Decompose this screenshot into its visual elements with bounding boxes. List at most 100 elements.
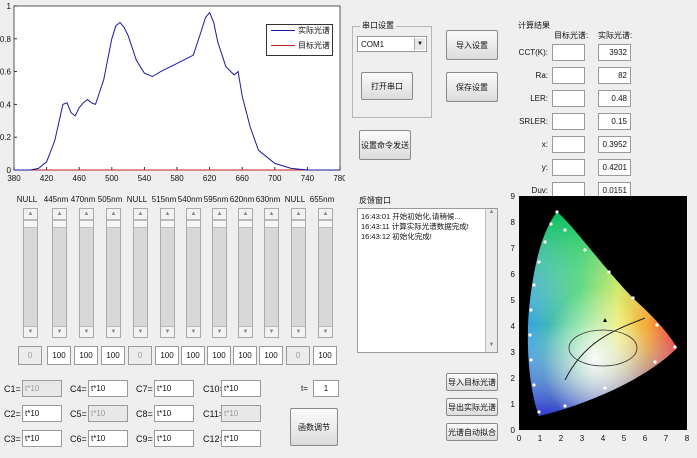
spectral-locus-dot bbox=[543, 240, 547, 244]
export-actual-spectrum-button[interactable]: 导出实际光谱 bbox=[446, 398, 498, 416]
channel-value-field[interactable]: 100 bbox=[47, 346, 71, 365]
result-actual-field: 0.4201 bbox=[598, 159, 631, 176]
result-label: LER: bbox=[530, 94, 548, 103]
spectral-locus-dot bbox=[529, 308, 533, 312]
channel-slider[interactable]: ▲ ▼ bbox=[291, 208, 306, 338]
coefficient-input[interactable]: t*10 bbox=[22, 380, 62, 397]
scroll-down-icon[interactable]: ▼ bbox=[486, 342, 497, 352]
channel-slider[interactable]: ▲ ▼ bbox=[238, 208, 253, 338]
slider-thumb[interactable] bbox=[107, 220, 120, 228]
coefficient-input[interactable]: t*10 bbox=[221, 380, 261, 397]
import-target-spectrum-button[interactable]: 导入目标光谱 bbox=[446, 373, 498, 391]
slider-down-icon[interactable]: ▼ bbox=[134, 326, 147, 337]
slider-down-icon[interactable]: ▼ bbox=[24, 326, 37, 337]
channel-value-field[interactable]: 100 bbox=[181, 346, 205, 365]
results-col-target: 目标光谱: bbox=[554, 31, 589, 40]
slider-up-icon[interactable]: ▲ bbox=[53, 209, 66, 220]
cie-x-tick-label: 3 bbox=[580, 434, 585, 443]
slider-thumb[interactable] bbox=[292, 220, 305, 228]
slider-thumb[interactable] bbox=[161, 220, 174, 228]
channel-slider[interactable]: ▲ ▼ bbox=[106, 208, 121, 338]
coefficient-input[interactable]: t*10 bbox=[221, 430, 261, 447]
channel-slider[interactable]: ▲ ▼ bbox=[79, 208, 94, 338]
channel-value-field[interactable]: 100 bbox=[259, 346, 283, 365]
result-target-field bbox=[552, 44, 585, 61]
slider-up-icon[interactable]: ▲ bbox=[319, 209, 332, 220]
open-port-button[interactable]: 打开串口 bbox=[361, 72, 413, 100]
channel-value-field[interactable]: 100 bbox=[207, 346, 231, 365]
feedback-scrollbar[interactable]: ▲ ▼ bbox=[485, 209, 497, 352]
slider-up-icon[interactable]: ▲ bbox=[213, 209, 226, 220]
auto-fit-spectrum-button[interactable]: 光谱自动拟合 bbox=[446, 423, 498, 441]
slider-down-icon[interactable]: ▼ bbox=[161, 326, 174, 337]
channel-value-field[interactable]: 100 bbox=[101, 346, 125, 365]
channel-value-field[interactable]: 0 bbox=[128, 346, 152, 365]
coefficient-label: C6= bbox=[70, 434, 87, 444]
channel-value-field[interactable]: 100 bbox=[74, 346, 98, 365]
port-select[interactable]: COM1 ▼ bbox=[357, 36, 427, 52]
import-settings-button[interactable]: 导入设置 bbox=[446, 30, 498, 60]
x-tick-label: 620 bbox=[203, 174, 217, 183]
slider-down-icon[interactable]: ▼ bbox=[53, 326, 66, 337]
slider-down-icon[interactable]: ▼ bbox=[213, 326, 226, 337]
slider-thumb[interactable] bbox=[134, 220, 147, 228]
slider-down-icon[interactable]: ▼ bbox=[107, 326, 120, 337]
scroll-up-icon[interactable]: ▲ bbox=[486, 209, 497, 219]
channel-slider[interactable]: ▲ ▼ bbox=[160, 208, 175, 338]
slider-up-icon[interactable]: ▲ bbox=[80, 209, 93, 220]
channel-value-field[interactable]: 100 bbox=[155, 346, 179, 365]
slider-thumb[interactable] bbox=[24, 220, 37, 228]
channel-value-field[interactable]: 0 bbox=[286, 346, 310, 365]
function-adjust-button[interactable]: 函数调节 bbox=[290, 408, 338, 446]
coefficient-input[interactable]: t*10 bbox=[88, 405, 128, 422]
slider-up-icon[interactable]: ▲ bbox=[107, 209, 120, 220]
slider-down-icon[interactable]: ▼ bbox=[239, 326, 252, 337]
slider-up-icon[interactable]: ▲ bbox=[292, 209, 305, 220]
send-command-button[interactable]: 设置命令发送 bbox=[359, 130, 411, 160]
coefficient-input[interactable]: t*10 bbox=[88, 430, 128, 447]
channel-slider[interactable]: ▲ ▼ bbox=[133, 208, 148, 338]
channel-value-field[interactable]: 100 bbox=[233, 346, 257, 365]
channel-value-field[interactable]: 0 bbox=[18, 346, 42, 365]
slider-up-icon[interactable]: ▲ bbox=[265, 209, 278, 220]
save-settings-button[interactable]: 保存设置 bbox=[446, 72, 498, 102]
slider-up-icon[interactable]: ▲ bbox=[187, 209, 200, 220]
slider-thumb[interactable] bbox=[239, 220, 252, 228]
t-input[interactable]: 1 bbox=[313, 380, 339, 397]
slider-up-icon[interactable]: ▲ bbox=[239, 209, 252, 220]
channel-value-field[interactable]: 100 bbox=[313, 346, 337, 365]
spectral-locus-dot bbox=[655, 323, 659, 327]
slider-up-icon[interactable]: ▲ bbox=[161, 209, 174, 220]
coefficient-input[interactable]: t*10 bbox=[221, 405, 261, 422]
coefficient-label: C3= bbox=[4, 434, 21, 444]
x-tick-label: 700 bbox=[268, 174, 282, 183]
slider-thumb[interactable] bbox=[213, 220, 226, 228]
coefficient-input[interactable]: t*10 bbox=[22, 405, 62, 422]
slider-thumb[interactable] bbox=[80, 220, 93, 228]
coefficient-input[interactable]: t*10 bbox=[154, 405, 194, 422]
channel-slider[interactable]: ▲ ▼ bbox=[186, 208, 201, 338]
channel-slider[interactable]: ▲ ▼ bbox=[318, 208, 333, 338]
slider-down-icon[interactable]: ▼ bbox=[187, 326, 200, 337]
slider-down-icon[interactable]: ▼ bbox=[319, 326, 332, 337]
slider-down-icon[interactable]: ▼ bbox=[292, 326, 305, 337]
coefficient-input[interactable]: t*10 bbox=[154, 430, 194, 447]
coefficient-input[interactable]: t*10 bbox=[154, 380, 194, 397]
coefficient-input[interactable]: t*10 bbox=[22, 430, 62, 447]
cie-y-tick-label: 2 bbox=[511, 374, 516, 383]
channel-slider[interactable]: ▲ ▼ bbox=[23, 208, 38, 338]
slider-thumb[interactable] bbox=[265, 220, 278, 228]
slider-up-icon[interactable]: ▲ bbox=[24, 209, 37, 220]
coefficient-input[interactable]: t*10 bbox=[88, 380, 128, 397]
channel-slider[interactable]: ▲ ▼ bbox=[52, 208, 67, 338]
chevron-down-icon[interactable]: ▼ bbox=[414, 38, 425, 50]
slider-thumb[interactable] bbox=[319, 220, 332, 228]
slider-up-icon[interactable]: ▲ bbox=[134, 209, 147, 220]
channel-slider[interactable]: ▲ ▼ bbox=[264, 208, 279, 338]
slider-thumb[interactable] bbox=[187, 220, 200, 228]
feedback-line: 16:43:12 初始化完成! bbox=[361, 232, 432, 241]
slider-thumb[interactable] bbox=[53, 220, 66, 228]
slider-down-icon[interactable]: ▼ bbox=[265, 326, 278, 337]
channel-slider[interactable]: ▲ ▼ bbox=[212, 208, 227, 338]
slider-down-icon[interactable]: ▼ bbox=[80, 326, 93, 337]
